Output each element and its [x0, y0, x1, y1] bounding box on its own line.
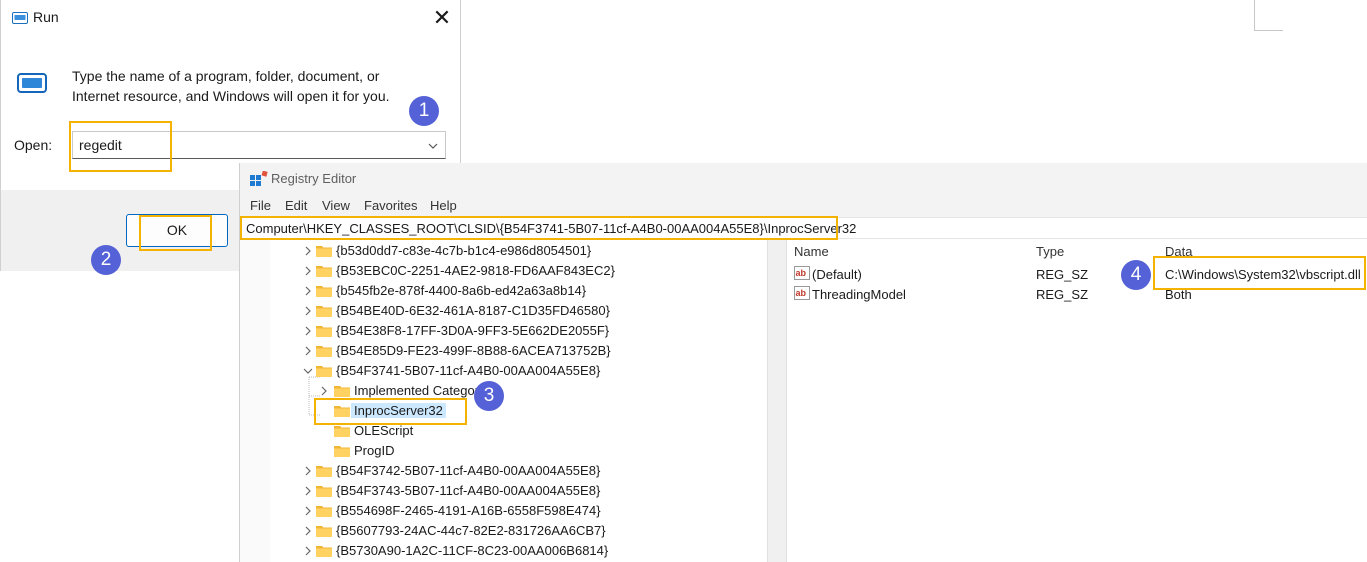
chevron-right-icon[interactable] [302, 344, 314, 358]
tree-node-label: OLEScript [354, 423, 414, 438]
chevron-down-icon[interactable] [302, 364, 314, 378]
tree-node-label: {B54E38F8-17FF-3D0A-9FF3-5E662DE2055F} [336, 323, 610, 338]
tree-node[interactable]: {b53d0dd7-c83e-4c7b-b1c4-e986d8054501} [240, 241, 767, 261]
tree-node[interactable]: ProgID [240, 441, 767, 461]
pane-splitter[interactable] [767, 239, 787, 562]
tree-node[interactable]: {B54F3741-5B07-11cf-A4B0-00AA004A55E8} [240, 361, 767, 381]
step-badge-3: 3 [474, 381, 504, 411]
run-app-icon [12, 11, 28, 29]
string-value-icon: ab [794, 266, 810, 283]
tree-node-label: {B54F3743-5B07-11cf-A4B0-00AA004A55E8} [336, 483, 601, 498]
svg-text:ab: ab [796, 268, 807, 278]
folder-icon [316, 324, 332, 337]
tree-node-label: {b53d0dd7-c83e-4c7b-b1c4-e986d8054501} [336, 243, 592, 258]
tree-node-label: {B54F3741-5B07-11cf-A4B0-00AA004A55E8} [336, 363, 601, 378]
highlight-data-value [1153, 256, 1366, 290]
menu-file[interactable]: File [250, 198, 271, 213]
run-description: Type the name of a program, folder, docu… [72, 68, 390, 104]
tree-node[interactable]: {B54E38F8-17FF-3D0A-9FF3-5E662DE2055F} [240, 321, 767, 341]
tree-node-label: {B5730A90-1A2C-11CF-8C23-00AA006B6814} [336, 543, 609, 558]
menu-edit[interactable]: Edit [285, 198, 307, 213]
registry-titlebar: Registry Editor [240, 163, 1367, 195]
highlight-open-input [69, 121, 172, 172]
folder-icon [316, 244, 332, 257]
folder-icon [316, 284, 332, 297]
chevron-right-icon[interactable] [302, 484, 314, 498]
tree-node-label: ProgID [354, 443, 395, 458]
chevron-right-icon[interactable] [302, 544, 314, 558]
tree-node-label: {B53EBC0C-2251-4AE2-9818-FD6AAF843EC2} [336, 263, 615, 278]
chevron-right-icon[interactable] [302, 244, 314, 258]
tree-node-label: {b545fb2e-878f-4400-8a6b-ed42a63a8b14} [336, 283, 587, 298]
tree-node[interactable]: {B5730A90-1A2C-11CF-8C23-00AA006B6814} [240, 541, 767, 561]
tree-node-label: {B554698F-2465-4191-A16B-6558F598E474} [336, 503, 601, 518]
value-name: (Default) [812, 267, 862, 282]
folder-icon [316, 484, 332, 497]
value-name: ThreadingModel [812, 287, 906, 302]
chevron-down-icon[interactable] [427, 139, 439, 157]
menu-view[interactable]: View [322, 198, 350, 213]
registry-editor-icon [250, 170, 268, 192]
chevron-right-icon[interactable] [302, 324, 314, 338]
svg-text:ab: ab [796, 288, 807, 298]
folder-icon [316, 504, 332, 517]
tree-node-label: {B54F3742-5B07-11cf-A4B0-00AA004A55E8} [336, 463, 601, 478]
highlight-inprocserver32 [314, 398, 467, 425]
tree-node[interactable]: {B53EBC0C-2251-4AE2-9818-FD6AAF843EC2} [240, 261, 767, 281]
open-label: Open: [14, 137, 53, 153]
run-title: Run [33, 9, 59, 25]
chevron-right-icon[interactable] [302, 464, 314, 478]
tree-node-label: {B54E85D9-FE23-499F-8B88-6ACEA713752B} [336, 343, 611, 358]
run-titlebar: Run ✕ [1, 0, 462, 36]
folder-icon [316, 304, 332, 317]
value-type: REG_SZ [1036, 267, 1089, 282]
background-corner-mark [1254, 0, 1283, 31]
tree-node[interactable]: {B554698F-2465-4191-A16B-6558F598E474} [240, 501, 767, 521]
tree-node[interactable]: {B54E85D9-FE23-499F-8B88-6ACEA713752B} [240, 341, 767, 361]
tree-node[interactable]: {B54F3742-5B07-11cf-A4B0-00AA004A55E8} [240, 461, 767, 481]
highlight-ok-button [139, 215, 212, 251]
column-type-header[interactable]: Type [1036, 244, 1064, 259]
folder-icon [316, 524, 332, 537]
chevron-right-icon[interactable] [318, 384, 330, 398]
step-badge-4: 4 [1121, 260, 1151, 290]
string-value-icon: ab [794, 286, 810, 303]
folder-icon [334, 424, 350, 437]
folder-icon [334, 444, 350, 457]
folder-icon [316, 264, 332, 277]
value-type: REG_SZ [1036, 287, 1089, 302]
folder-icon [334, 384, 350, 397]
chevron-right-icon[interactable] [302, 524, 314, 538]
close-icon[interactable]: ✕ [429, 6, 455, 32]
tree-node-label: {B54BE40D-6E32-461A-8187-C1D35FD46580} [336, 303, 610, 318]
chevron-right-icon[interactable] [302, 504, 314, 518]
tree-node-label: {B5607793-24AC-44c7-82E2-831726AA6CB7} [336, 523, 606, 538]
chevron-right-icon[interactable] [302, 284, 314, 298]
registry-title: Registry Editor [271, 171, 357, 186]
highlight-address-bar [240, 216, 838, 240]
step-badge-1: 1 [409, 96, 439, 126]
chevron-right-icon[interactable] [302, 304, 314, 318]
tree-node[interactable]: {B54F3743-5B07-11cf-A4B0-00AA004A55E8} [240, 481, 767, 501]
tree-node[interactable]: {b545fb2e-878f-4400-8a6b-ed42a63a8b14} [240, 281, 767, 301]
step-badge-2: 2 [91, 245, 121, 275]
tree-node[interactable]: {B5607793-24AC-44c7-82E2-831726AA6CB7} [240, 521, 767, 541]
tree-node[interactable]: {B54BE40D-6E32-461A-8187-C1D35FD46580} [240, 301, 767, 321]
chevron-right-icon[interactable] [302, 264, 314, 278]
folder-icon [316, 544, 332, 557]
folder-icon [316, 344, 332, 357]
folder-icon [316, 464, 332, 477]
run-program-icon [16, 71, 48, 100]
folder-icon [316, 364, 332, 377]
menu-favorites[interactable]: Favorites [364, 198, 417, 213]
menu-bar: File Edit View Favorites Help [240, 195, 1367, 217]
column-name-header[interactable]: Name [794, 244, 829, 259]
menu-help[interactable]: Help [430, 198, 457, 213]
